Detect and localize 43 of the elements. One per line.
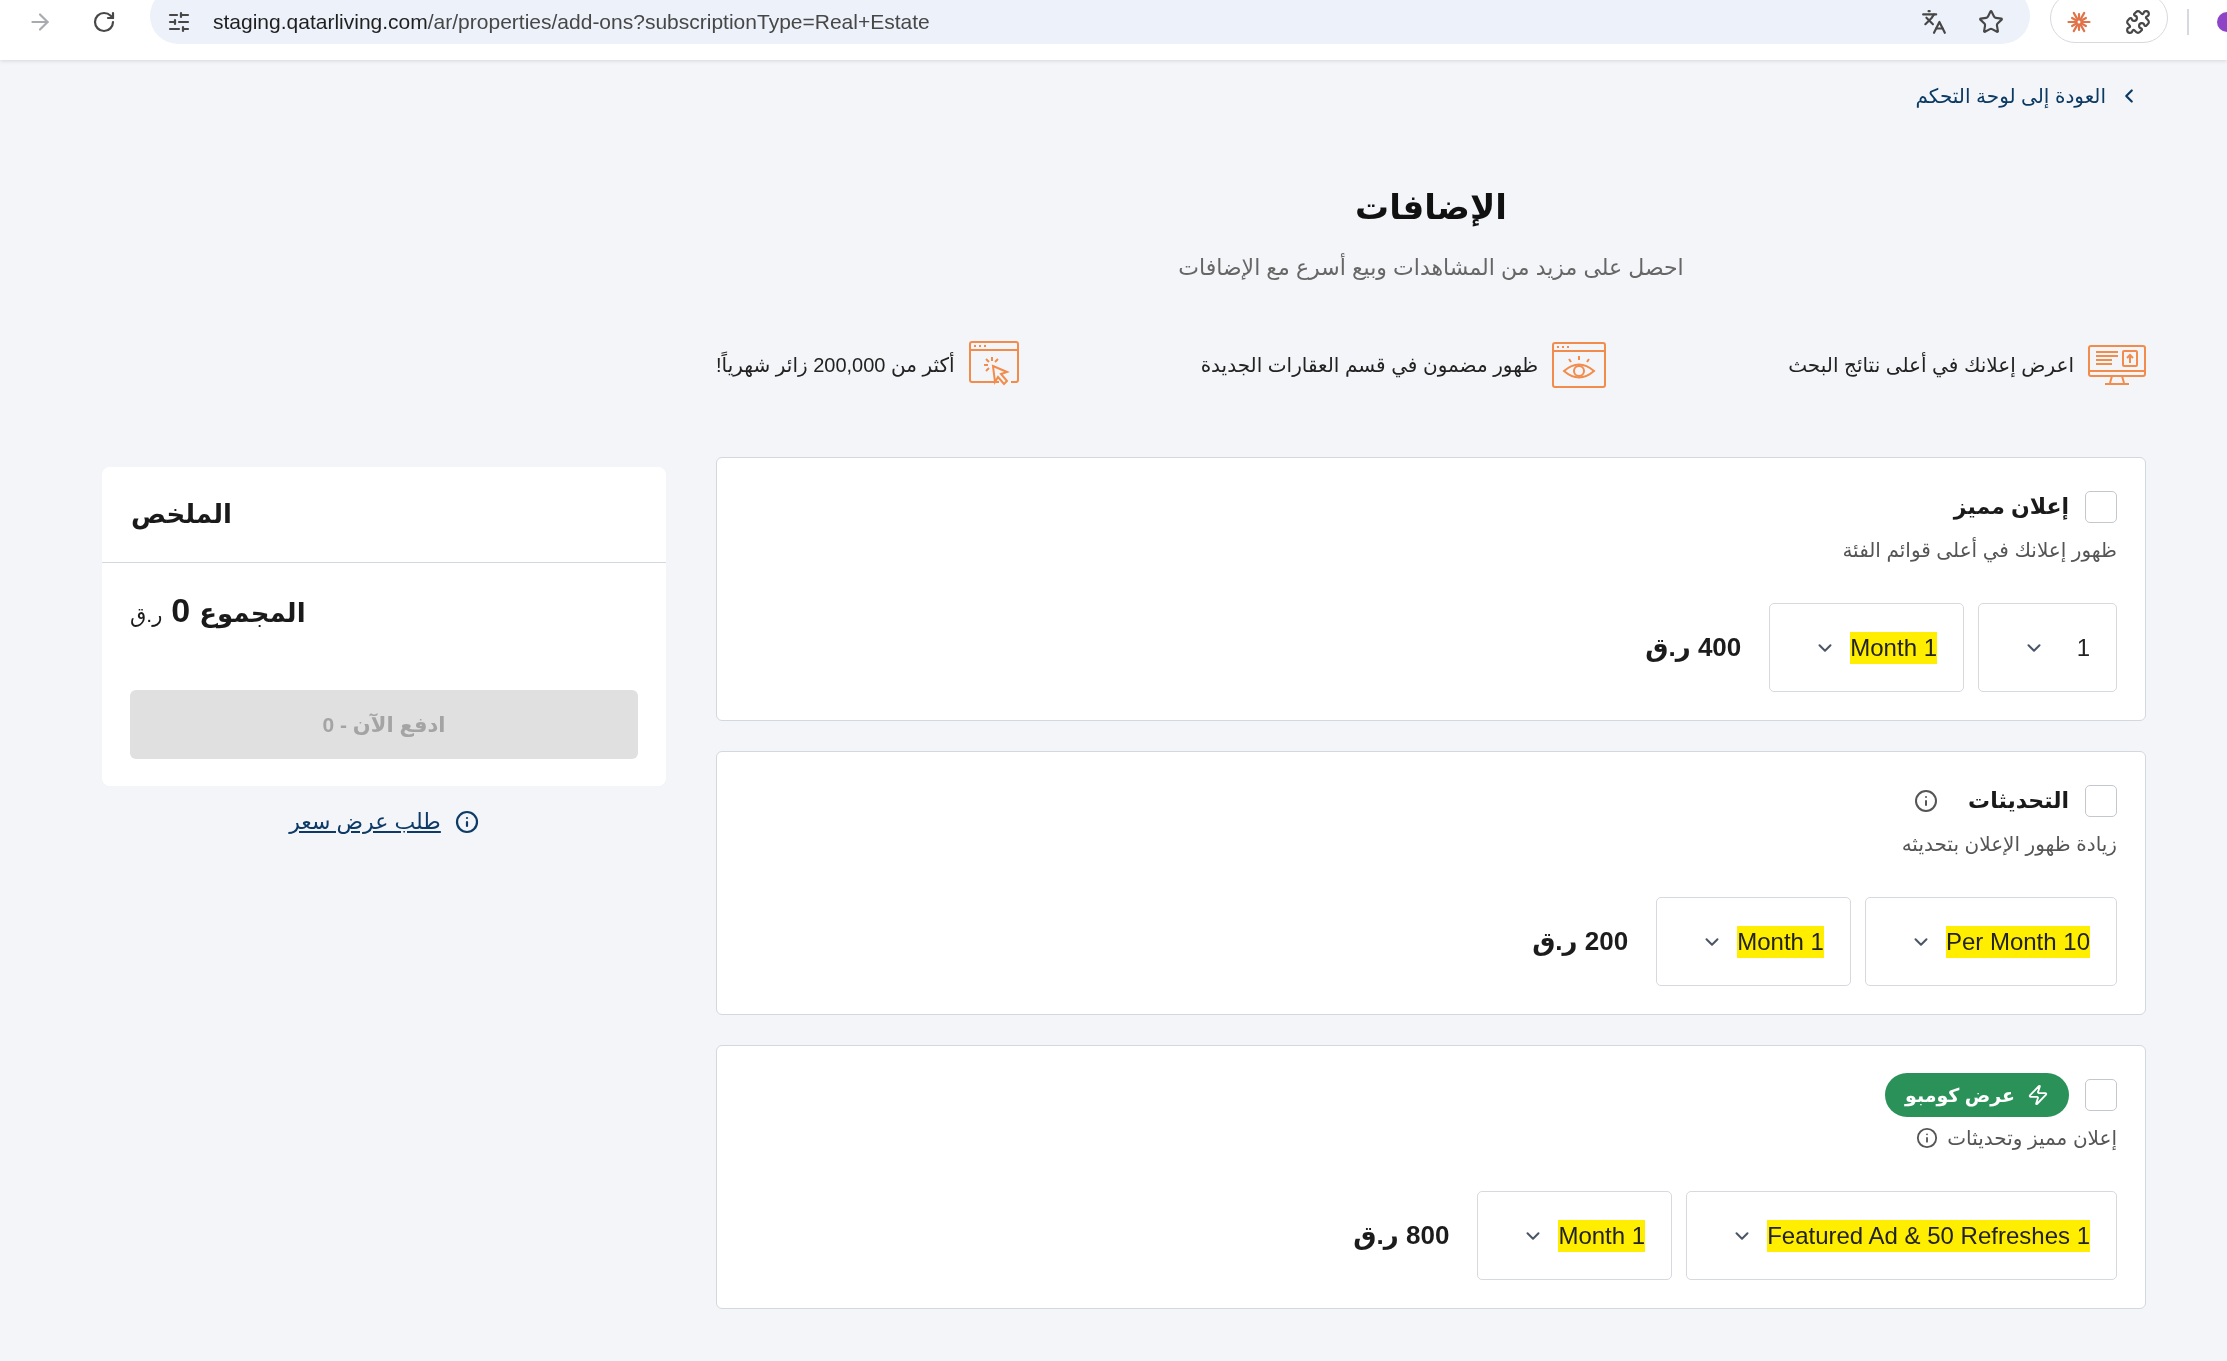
puzzle-icon[interactable] bbox=[2125, 9, 2151, 35]
checkbox[interactable] bbox=[2085, 491, 2117, 523]
star-icon bbox=[1978, 9, 2004, 35]
url-text[interactable]: staging.qatarliving.com/ar/properties/add-ons?subscriptionType=Real+Estate bbox=[213, 10, 930, 34]
total-label: المجموع bbox=[199, 598, 306, 629]
summary-title: الملخص bbox=[131, 499, 232, 530]
addon-title: إعلان مميز bbox=[1953, 494, 2069, 520]
dropdown[interactable]: Month 1 bbox=[1477, 1191, 1673, 1280]
addon-price: 200 ر.ق bbox=[1532, 926, 1629, 957]
addon-title: التحديثات bbox=[1968, 788, 2069, 814]
eye-window-icon bbox=[1552, 342, 1607, 388]
checkbox[interactable] bbox=[2085, 1079, 2117, 1111]
reload-icon bbox=[92, 10, 116, 34]
dropdown[interactable]: 1 bbox=[1978, 603, 2117, 692]
translate-button[interactable] bbox=[1919, 7, 1949, 37]
dropdown[interactable]: Month 1 bbox=[1769, 603, 1964, 692]
dropdown[interactable]: Month 1 bbox=[1656, 897, 1851, 986]
info-icon[interactable] bbox=[1916, 1127, 1939, 1149]
starburst-icon[interactable] bbox=[2067, 10, 2091, 34]
dropdown[interactable]: Per Month 10 bbox=[1864, 897, 2117, 986]
sliders-icon bbox=[167, 10, 191, 34]
badge-text: عرض كومبو bbox=[1904, 1083, 2015, 1107]
addon-price: 800 ر.ق bbox=[1353, 1220, 1450, 1251]
addon-description: ظهور إعلانك في أعلى قوائم الفئة bbox=[1842, 538, 2117, 562]
feature-text: أكثر من 200,000 زائر شهرياً! bbox=[716, 353, 955, 377]
info-icon bbox=[454, 810, 479, 834]
checkbox[interactable] bbox=[2085, 785, 2117, 817]
info-icon[interactable] bbox=[1914, 789, 1939, 813]
addon-description: إعلان مميز وتحديثات bbox=[1947, 1126, 2117, 1150]
translate-icon bbox=[1921, 9, 1947, 35]
quote-link[interactable]: طلب عرض سعر bbox=[289, 809, 441, 835]
addon-description: زيادة ظهور الإعلان بتحديثه bbox=[1901, 832, 2117, 856]
total-amount: 0 bbox=[171, 591, 191, 630]
addon-price: 400 ر.ق bbox=[1645, 632, 1742, 663]
lightning-icon bbox=[2027, 1084, 2049, 1106]
total-currency: ر.ق bbox=[130, 603, 163, 627]
page-title: الإضافات bbox=[1355, 187, 1507, 229]
page-subtitle: احصل على مزيد من المشاهدات وبيع أسرع مع الإضافات bbox=[1178, 253, 1684, 282]
dropdown[interactable]: Featured Ad & 50 Refreshes 1 bbox=[1686, 1191, 2117, 1280]
back-link[interactable]: العودة إلى لوحة التحكم bbox=[1915, 82, 2146, 110]
feature-text: اعرض إعلانك في أعلى نتائج البحث bbox=[1788, 353, 2074, 377]
monitor-icon bbox=[2088, 345, 2146, 385]
feature-text: ظهور مضمون في قسم العقارات الجديدة bbox=[1200, 353, 1539, 377]
